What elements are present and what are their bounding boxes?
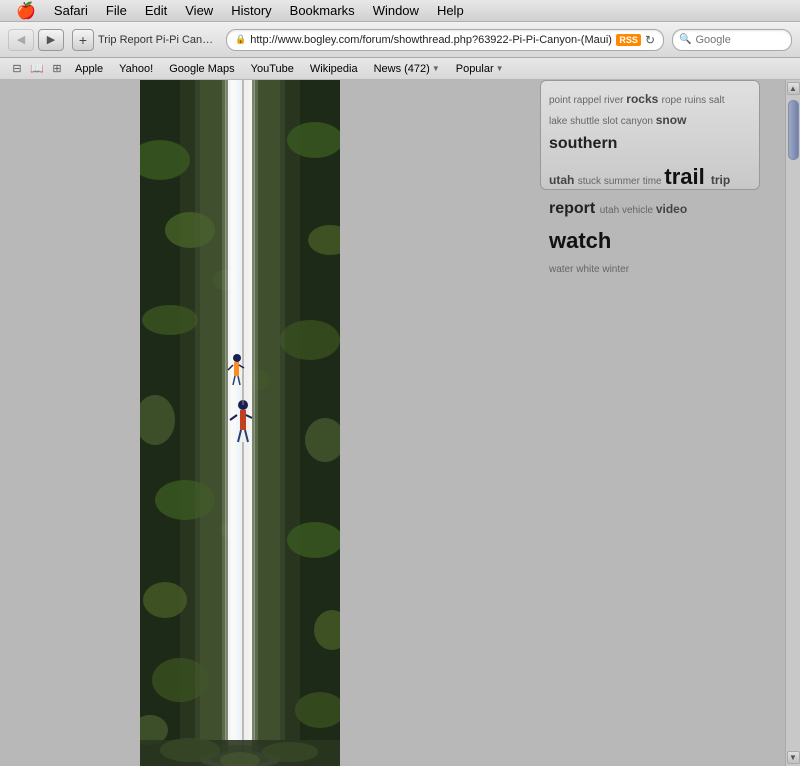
address-input[interactable] — [250, 34, 612, 46]
tag-vehicle[interactable]: vehicle — [622, 205, 656, 216]
menubar: 🍎 Safari File Edit View History Bookmark… — [0, 0, 800, 22]
bookmarks-popular[interactable]: Popular ▼ — [449, 61, 511, 77]
tag-winter[interactable]: winter — [602, 264, 629, 275]
apple-menu[interactable]: 🍎 — [8, 0, 44, 23]
back-button[interactable]: ◀ — [8, 29, 34, 51]
back-icon: ◀ — [17, 33, 25, 46]
tag-cloud-panel: point rappel river rocks rope ruins salt… — [540, 80, 760, 190]
tag-salt[interactable]: salt — [709, 95, 725, 106]
lock-icon: 🔒 — [235, 34, 246, 45]
left-sidebar — [0, 80, 120, 766]
rss-badge[interactable]: RSS — [616, 34, 641, 46]
tag-rope[interactable]: rope — [662, 95, 685, 106]
bookmarks-bar: ⊟ 📖 ⊞ Apple Yahoo! Google Maps YouTube W… — [0, 58, 800, 80]
tag-snow[interactable]: snow — [656, 113, 687, 127]
bookmarks-yahoo[interactable]: Yahoo! — [112, 61, 160, 77]
toolbar: ◀ ▶ + Trip Report Pi-Pi Canyon (Maui) 🔒 … — [0, 22, 800, 58]
safari-menu[interactable]: Safari — [46, 1, 96, 20]
waterfall-svg — [140, 80, 340, 766]
bookmarks-menu[interactable]: Bookmarks — [282, 1, 363, 20]
waterfall-image-container — [140, 80, 340, 766]
grid-button[interactable]: ⊞ — [48, 60, 66, 78]
view-menu[interactable]: View — [177, 1, 221, 20]
search-input[interactable] — [695, 34, 800, 46]
tag-trip[interactable]: trip — [711, 173, 730, 187]
news-dropdown-arrow: ▼ — [432, 64, 440, 73]
tag-cloud: point rappel river rocks rope ruins salt… — [549, 89, 751, 278]
refresh-button[interactable]: ↻ — [645, 33, 655, 47]
add-button[interactable]: + — [72, 29, 94, 51]
plus-icon: + — [79, 32, 87, 48]
popular-dropdown-arrow: ▼ — [496, 64, 504, 73]
page-area: point rappel river rocks rope ruins salt… — [120, 80, 800, 766]
history-menu[interactable]: History — [223, 1, 279, 20]
tag-lake[interactable]: lake — [549, 116, 570, 127]
search-icon: 🔍 — [679, 34, 691, 45]
tag-slot[interactable]: slot — [602, 116, 620, 127]
tag-utah2[interactable]: utah — [600, 205, 622, 216]
window-menu[interactable]: Window — [365, 1, 427, 20]
tag-report[interactable]: report — [549, 200, 600, 217]
help-menu[interactable]: Help — [429, 1, 472, 20]
tag-summer[interactable]: summer — [604, 176, 643, 187]
scrollbar-thumb[interactable] — [788, 100, 799, 160]
tag-ruins[interactable]: ruins — [684, 95, 708, 106]
tag-point[interactable]: point — [549, 95, 573, 106]
tag-rappel[interactable]: rappel — [573, 95, 604, 106]
bookmarks-wikipedia[interactable]: Wikipedia — [303, 61, 365, 77]
bookmarks-news[interactable]: News (472) ▼ — [367, 61, 447, 77]
bookmarks-youtube[interactable]: YouTube — [244, 61, 301, 77]
window-title: Trip Report Pi-Pi Canyon (Maui) — [98, 34, 218, 46]
tag-water[interactable]: water — [549, 264, 576, 275]
scroll-down-button[interactable]: ▼ — [787, 751, 800, 764]
tag-rocks[interactable]: rocks — [626, 92, 661, 106]
tag-watch[interactable]: watch — [549, 228, 611, 253]
search-container: 🔍 — [672, 29, 792, 51]
bookmarks-apple[interactable]: Apple — [68, 61, 110, 77]
reading-list-button[interactable]: 📖 — [28, 60, 46, 78]
bookmarks-googlemaps[interactable]: Google Maps — [162, 61, 241, 77]
file-menu[interactable]: File — [98, 1, 135, 20]
tag-trail[interactable]: trail — [664, 164, 710, 189]
tag-river[interactable]: river — [604, 95, 626, 106]
tag-southern[interactable]: southern — [549, 135, 617, 152]
tag-shuttle[interactable]: shuttle — [570, 116, 602, 127]
content-area: point rappel river rocks rope ruins salt… — [0, 80, 800, 766]
scroll-up-button[interactable]: ▲ — [787, 82, 800, 95]
edit-menu[interactable]: Edit — [137, 1, 175, 20]
tag-time[interactable]: time — [643, 176, 665, 187]
tag-utah[interactable]: utah — [549, 173, 578, 187]
tag-video[interactable]: video — [656, 202, 687, 216]
sidebar-toggle-button[interactable]: ⊟ — [8, 60, 26, 78]
tag-white[interactable]: white — [576, 264, 602, 275]
forward-button[interactable]: ▶ — [38, 29, 64, 51]
scrollbar-track: ▲ ▼ — [785, 80, 800, 766]
tag-canyon[interactable]: canyon — [621, 116, 656, 127]
tag-stuck[interactable]: stuck — [578, 176, 604, 187]
address-bar-container: 🔒 RSS ↻ — [226, 29, 664, 51]
forward-icon: ▶ — [47, 33, 55, 46]
